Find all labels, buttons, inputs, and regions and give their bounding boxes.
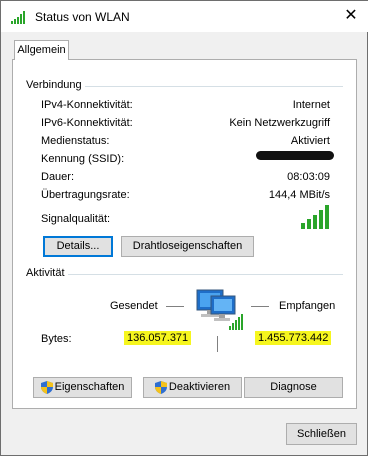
label-ipv4: IPv4-Konnektivität: bbox=[41, 99, 133, 111]
close-button[interactable]: Schließen bbox=[286, 423, 357, 445]
close-icon[interactable]: ✕ bbox=[341, 6, 361, 26]
bytes-sent-value: 136.057.371 bbox=[124, 331, 192, 345]
value-duration: 08:03:09 bbox=[287, 171, 330, 183]
value-ipv4: Internet bbox=[292, 99, 330, 111]
signal-quality-icon bbox=[301, 205, 329, 229]
shield-icon bbox=[154, 380, 167, 394]
ssid-redaction bbox=[256, 151, 334, 160]
tab-allgemein[interactable]: Allgemein bbox=[14, 40, 69, 60]
wireless-properties-button[interactable]: Drahtloseigenschaften bbox=[121, 236, 254, 257]
window-title: Status von WLAN bbox=[35, 10, 130, 24]
value-ipv6: Kein Netzwerkzugriff bbox=[229, 117, 330, 129]
diagnose-button[interactable]: Diagnose bbox=[244, 377, 343, 398]
status-window: Status von WLAN ✕ Allgemein Verbindung I… bbox=[0, 0, 368, 456]
tab-panel-allgemein: Verbindung IPv4-Konnektivität: Internet … bbox=[12, 59, 357, 409]
shield-icon bbox=[40, 380, 53, 394]
bytes-received-value: 1.455.773.442 bbox=[255, 331, 332, 345]
label-duration: Dauer: bbox=[41, 171, 75, 183]
title-bar[interactable]: Status von WLAN ✕ bbox=[1, 1, 368, 32]
disable-button[interactable]: Deaktivieren bbox=[143, 377, 242, 398]
label-ipv6: IPv6-Konnektivität: bbox=[41, 117, 133, 129]
group-label-verbindung: Verbindung bbox=[23, 79, 85, 91]
properties-button-label: Eigenschaften bbox=[54, 381, 125, 393]
label-signal-quality: Signalqualität: bbox=[41, 213, 111, 225]
sent-label: Gesendet bbox=[110, 300, 158, 312]
sent-divider bbox=[166, 306, 184, 307]
label-media-status: Medienstatus: bbox=[41, 135, 110, 147]
details-button[interactable]: Details... bbox=[43, 236, 113, 257]
properties-button[interactable]: Eigenschaften bbox=[33, 377, 132, 398]
group-label-aktivitaet: Aktivität bbox=[23, 267, 68, 279]
value-transfer-rate: 144,4 MBit/s bbox=[268, 189, 330, 201]
label-ssid: Kennung (SSID): bbox=[41, 153, 125, 165]
network-computers-icon bbox=[196, 289, 243, 330]
activity-divider-vertical bbox=[217, 336, 218, 352]
disable-button-label: Deaktivieren bbox=[168, 381, 231, 393]
wifi-signal-icon bbox=[11, 11, 25, 24]
bytes-label: Bytes: bbox=[41, 333, 72, 345]
received-label: Empfangen bbox=[279, 300, 336, 312]
value-media-status: Aktiviert bbox=[290, 135, 330, 147]
label-transfer-rate: Übertragungsrate: bbox=[41, 189, 130, 201]
group-divider bbox=[25, 274, 343, 275]
received-divider bbox=[251, 306, 269, 307]
